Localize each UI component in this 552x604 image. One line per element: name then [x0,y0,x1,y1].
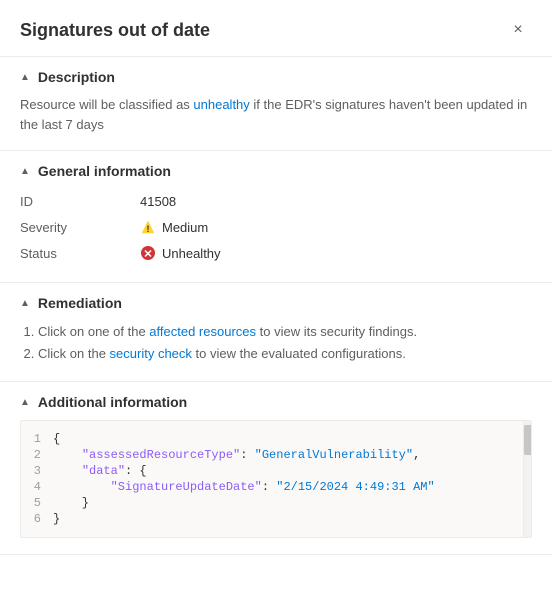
line-number: 5 [21,496,53,510]
table-row: ID 41508 [20,189,532,214]
chevron-icon: ▲ [20,298,30,309]
general-section: ▲ General information ID 41508 Severity … [0,151,552,283]
list-item: Click on the security check to view the … [38,343,532,365]
svg-text:!: ! [147,224,150,234]
code-block: 1{2 "assessedResourceType": "GeneralVuln… [20,420,532,538]
table-row: Severity ! Medium [20,214,532,240]
additional-section-header[interactable]: ▲ Additional information [20,394,532,410]
panel-title: Signatures out of date [20,20,210,41]
status-value: Unhealthy [162,246,221,261]
additional-title: Additional information [38,394,187,410]
severity-value: Medium [162,220,208,235]
description-title: Description [38,69,115,85]
remediation-section: ▲ Remediation Click on one of the affect… [0,283,552,382]
step1-text-after: to view its security findings. [256,324,417,339]
status-label: Status [20,240,140,266]
general-section-header[interactable]: ▲ General information [20,163,532,179]
severity-label: Severity [20,214,140,240]
id-label: ID [20,189,140,214]
scrollbar-thumb[interactable] [524,425,532,455]
chevron-icon: ▲ [20,72,30,83]
line-content: "assessedResourceType": "GeneralVulnerab… [53,448,420,462]
chevron-icon: ▲ [20,397,30,408]
line-content: } [53,512,60,526]
step2-text-after: to view the evaluated configurations. [192,346,406,361]
error-icon: ✕ [140,245,156,261]
description-section-header[interactable]: ▲ Description [20,69,532,85]
severity-badge: ! Medium [140,219,532,235]
code-line: 3 "data": { [21,463,531,479]
step1-link[interactable]: affected resources [149,324,256,339]
line-number: 3 [21,464,53,478]
line-number: 4 [21,480,53,494]
code-line: 2 "assessedResourceType": "GeneralVulner… [21,447,531,463]
chevron-icon: ▲ [20,166,30,177]
line-content: "data": { [53,464,147,478]
desc-text-part1: Resource will be classified as [20,97,193,112]
code-line: 1{ [21,431,531,447]
description-section: ▲ Description Resource will be classifie… [0,57,552,151]
remediation-title: Remediation [38,295,122,311]
description-body: Resource will be classified as unhealthy… [20,95,532,134]
code-line: 5 } [21,495,531,511]
line-number: 2 [21,448,53,462]
step2-text-before: Click on the [38,346,110,361]
status-badge: ✕ Unhealthy [140,245,532,261]
scrollbar[interactable] [523,421,531,537]
code-line: 4 "SignatureUpdateDate": "2/15/2024 4:49… [21,479,531,495]
line-number: 1 [21,432,53,446]
remediation-list: Click on one of the affected resources t… [20,321,532,365]
remediation-section-header[interactable]: ▲ Remediation [20,295,532,311]
svg-text:✕: ✕ [143,249,152,261]
table-row: Status ✕ Unhealthy [20,240,532,266]
close-button[interactable]: × [504,16,532,44]
panel: Signatures out of date × ▲ Description R… [0,0,552,555]
close-icon: × [513,21,522,39]
step2-link[interactable]: security check [110,346,192,361]
general-title: General information [38,163,171,179]
code-line: 6} [21,511,531,527]
code-content: 1{2 "assessedResourceType": "GeneralVuln… [21,431,531,527]
desc-highlight: unhealthy [193,97,249,112]
line-content: "SignatureUpdateDate": "2/15/2024 4:49:3… [53,480,435,494]
additional-section: ▲ Additional information 1{2 "assessedRe… [0,382,552,555]
warning-icon: ! [140,219,156,235]
id-value: 41508 [140,189,532,214]
line-content: } [53,496,89,510]
step1-text-before: Click on one of the [38,324,149,339]
general-info-table: ID 41508 Severity ! Medium [20,189,532,266]
list-item: Click on one of the affected resources t… [38,321,532,343]
line-number: 6 [21,512,53,526]
panel-header: Signatures out of date × [0,0,552,57]
line-content: { [53,432,60,446]
